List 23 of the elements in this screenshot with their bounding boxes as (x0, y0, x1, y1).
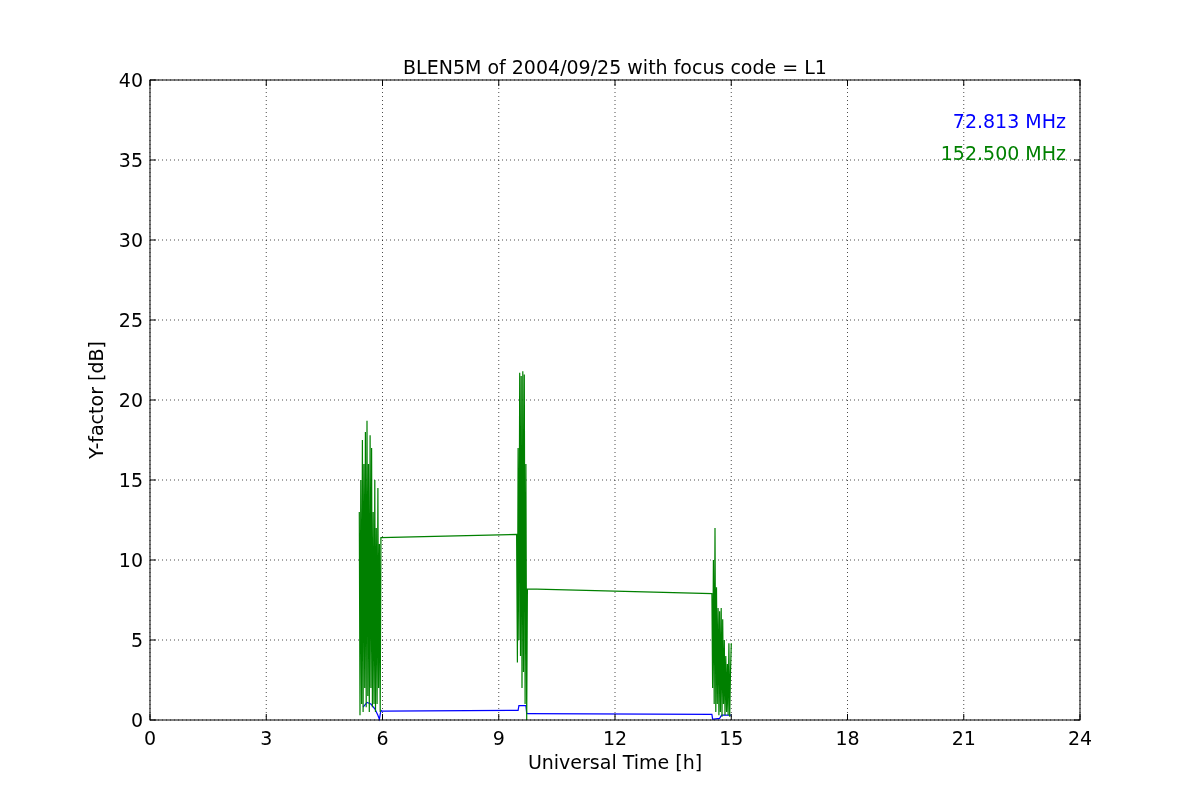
tick-label: 6 (376, 727, 389, 749)
tick-label: 0 (143, 727, 157, 749)
legend-label: 152.500 MHz (940, 142, 1066, 164)
tick-label: 35 (118, 149, 143, 171)
tick-label: 21 (951, 727, 976, 749)
tick-label: 10 (118, 549, 143, 571)
tick-label: 20 (118, 389, 143, 411)
axis-label: Y-factor [dB] (85, 341, 107, 459)
tick-label: 5 (130, 629, 143, 651)
chart-title: BLEN5M of 2004/09/25 with focus code = L1 (403, 56, 827, 78)
tick-label: 15 (118, 469, 143, 491)
tick-label: 24 (1067, 727, 1093, 749)
tick-label: 18 (835, 727, 860, 749)
tick-label: 30 (118, 229, 143, 251)
legend-label: 72.813 MHz (952, 110, 1066, 132)
tick-label: 25 (118, 309, 143, 331)
tick-label: 40 (118, 69, 143, 91)
tick-label: 9 (492, 727, 505, 749)
axis-label: Universal Time [h] (527, 751, 703, 773)
tick-label: 12 (602, 727, 628, 749)
tick-label: 3 (260, 727, 273, 749)
tick-label: 15 (719, 727, 744, 749)
tick-label: 0 (130, 709, 143, 731)
